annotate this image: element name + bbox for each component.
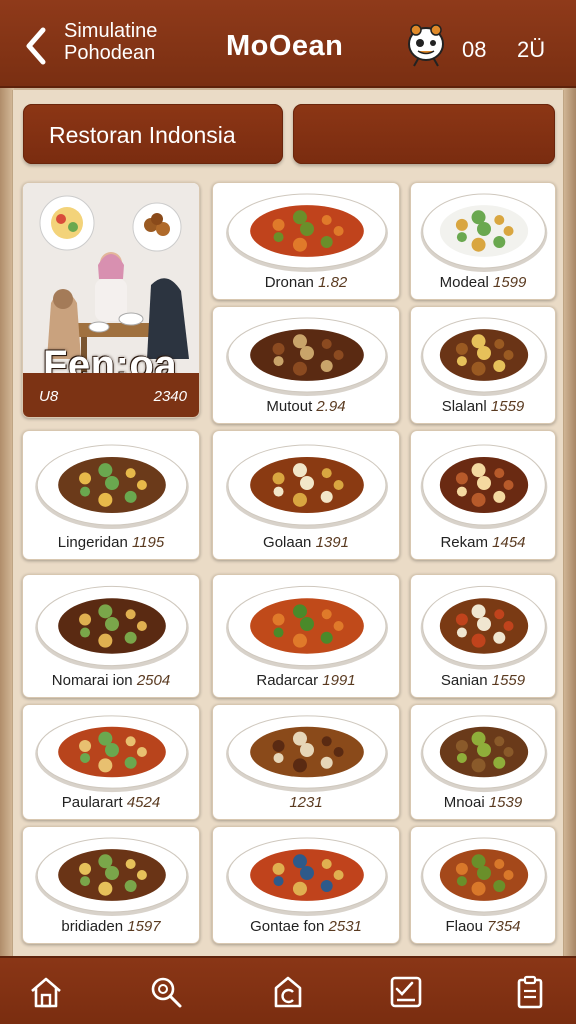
checklist-icon bbox=[390, 976, 422, 1008]
menu-item-label: bridiaden 1597 bbox=[23, 918, 199, 935]
menu-item-label: Mnoai 1539 bbox=[411, 794, 555, 811]
search-icon bbox=[151, 977, 182, 1008]
menu-item-card[interactable]: bridiaden 1597 bbox=[22, 826, 200, 944]
mascot-icon bbox=[408, 24, 444, 67]
tab-restoran-indonesia[interactable]: Restoran Indonsia bbox=[23, 104, 283, 164]
dish-name: Modeal bbox=[439, 274, 489, 291]
menu-item-card[interactable]: Mutout 2.94 bbox=[212, 306, 400, 424]
back-button[interactable] bbox=[18, 22, 54, 70]
nav-recipe[interactable] bbox=[268, 972, 308, 1012]
dish-price: 1599 bbox=[493, 274, 527, 291]
dish-price: 1231 bbox=[289, 794, 323, 811]
menu-item-card[interactable]: Mnoai 1539 bbox=[410, 704, 556, 820]
nav-checklist[interactable] bbox=[386, 972, 426, 1012]
dish-price: 1454 bbox=[492, 534, 526, 551]
dish-price: 1597 bbox=[127, 918, 161, 935]
menu-item-label: Gontae fon 2531 bbox=[213, 918, 399, 935]
dish-price: 2531 bbox=[328, 918, 362, 935]
dish-name: Paularart bbox=[61, 794, 123, 811]
dish-name: Lingeridan bbox=[57, 534, 128, 551]
menu-item-card[interactable]: Nomarai ion 2504 bbox=[22, 574, 200, 698]
app-header: Simulatine Pohodean MoOean 08 2Ü bbox=[0, 0, 576, 88]
tab-label: Restoran Indonsia bbox=[49, 122, 236, 148]
menu-item-card[interactable]: Paularart 4524 bbox=[22, 704, 200, 820]
dish-name: Nomarai ion bbox=[51, 672, 133, 689]
menu-item-label: Flaou 7354 bbox=[411, 918, 555, 935]
dish-price: 1391 bbox=[315, 534, 349, 551]
menu-item-label: Rekam 1454 bbox=[411, 534, 555, 551]
stat-counter-2: 2Ü bbox=[517, 37, 546, 62]
subtitle-line-2: Pohodean bbox=[64, 42, 156, 64]
menu-item-card[interactable]: Dronan 1.82 bbox=[212, 182, 400, 300]
nav-clipboard[interactable] bbox=[510, 972, 550, 1012]
bottom-navigation bbox=[0, 956, 576, 1024]
stat-counter-1: 08 bbox=[462, 37, 487, 62]
dish-name: Rekam bbox=[440, 534, 488, 551]
menu-item-card[interactable]: Lingeridan 1195 bbox=[22, 430, 200, 560]
dish-price: 7354 bbox=[487, 918, 521, 935]
dish-price: 1991 bbox=[322, 672, 356, 689]
mascot-avatar[interactable] bbox=[404, 22, 448, 68]
game-title: MoOean bbox=[226, 30, 344, 62]
menu-item-card[interactable]: Radarcar 1991 bbox=[212, 574, 400, 698]
home-icon bbox=[31, 977, 61, 1008]
dish-price: 1559 bbox=[490, 398, 525, 415]
menu-item-label: 1231 bbox=[213, 794, 399, 811]
menu-item-label: Nomarai ion 2504 bbox=[23, 672, 199, 689]
nav-home[interactable] bbox=[26, 972, 66, 1012]
menu-item-label: Lingeridan 1195 bbox=[23, 534, 199, 551]
menu-item-card[interactable]: Modeal 1599 bbox=[410, 182, 556, 300]
dish-name: Slalanl bbox=[441, 398, 487, 415]
subtitle-line-1: Simulatine bbox=[64, 20, 158, 42]
menu-item-label: Mutout 2.94 bbox=[213, 398, 399, 415]
dish-price: 2504 bbox=[136, 672, 171, 689]
menu-item-label: Golaan 1391 bbox=[213, 534, 399, 551]
tab-empty[interactable] bbox=[293, 104, 555, 164]
dish-name: bridiaden bbox=[61, 918, 124, 935]
dish-price: 1539 bbox=[488, 794, 523, 811]
chevron-left-icon bbox=[26, 27, 46, 65]
dish-name: Sanian bbox=[440, 672, 488, 689]
menu-item-label: Paularart 4524 bbox=[23, 794, 199, 811]
menu-item-label: Slalanl 1559 bbox=[411, 398, 555, 415]
dish-price: 1195 bbox=[131, 534, 165, 551]
recipe-icon bbox=[274, 976, 302, 1008]
menu-item-card[interactable]: Rekam 1454 bbox=[410, 430, 556, 560]
dish-name: Golaan bbox=[263, 534, 312, 551]
dish-name: Dronan bbox=[264, 274, 314, 291]
menu-item-label: Dronan 1.82 bbox=[213, 274, 399, 291]
dish-price: 2.94 bbox=[316, 398, 346, 415]
dish-name: Gontae fon bbox=[250, 918, 325, 935]
menu-item-label: Sanian 1559 bbox=[411, 672, 555, 689]
dish-name: Radarcar bbox=[256, 672, 319, 689]
menu-item-card[interactable]: Golaan 1391 bbox=[212, 430, 400, 560]
menu-item-card[interactable]: Gontae fon 2531 bbox=[212, 826, 400, 944]
menu-item-card[interactable]: Sanian 1559 bbox=[410, 574, 556, 698]
featured-restaurant-card[interactable]: Fen:oa U8 2340 bbox=[22, 182, 200, 418]
nav-search[interactable] bbox=[146, 972, 186, 1012]
dish-name: Mutout bbox=[266, 398, 313, 415]
featured-small-label: U8 bbox=[39, 388, 59, 405]
menu-item-label: Modeal 1599 bbox=[411, 274, 555, 291]
game-subtitle: Simulatine Pohodean bbox=[64, 20, 204, 64]
dish-name: Mnoai bbox=[443, 794, 485, 811]
menu-item-card[interactable]: Flaou 7354 bbox=[410, 826, 556, 944]
dish-price: 4524 bbox=[126, 794, 161, 811]
menu-item-card[interactable]: Slalanl 1559 bbox=[410, 306, 556, 424]
dish-name: Flaou bbox=[445, 918, 483, 935]
background-right bbox=[562, 88, 576, 958]
menu-item-label: Radarcar 1991 bbox=[213, 672, 399, 689]
dish-price: 1.82 bbox=[318, 274, 348, 291]
clipboard-icon bbox=[517, 975, 543, 1009]
dish-price: 1559 bbox=[491, 672, 526, 689]
menu-item-card[interactable]: 1231 bbox=[212, 704, 400, 820]
featured-number: 2340 bbox=[153, 388, 187, 405]
